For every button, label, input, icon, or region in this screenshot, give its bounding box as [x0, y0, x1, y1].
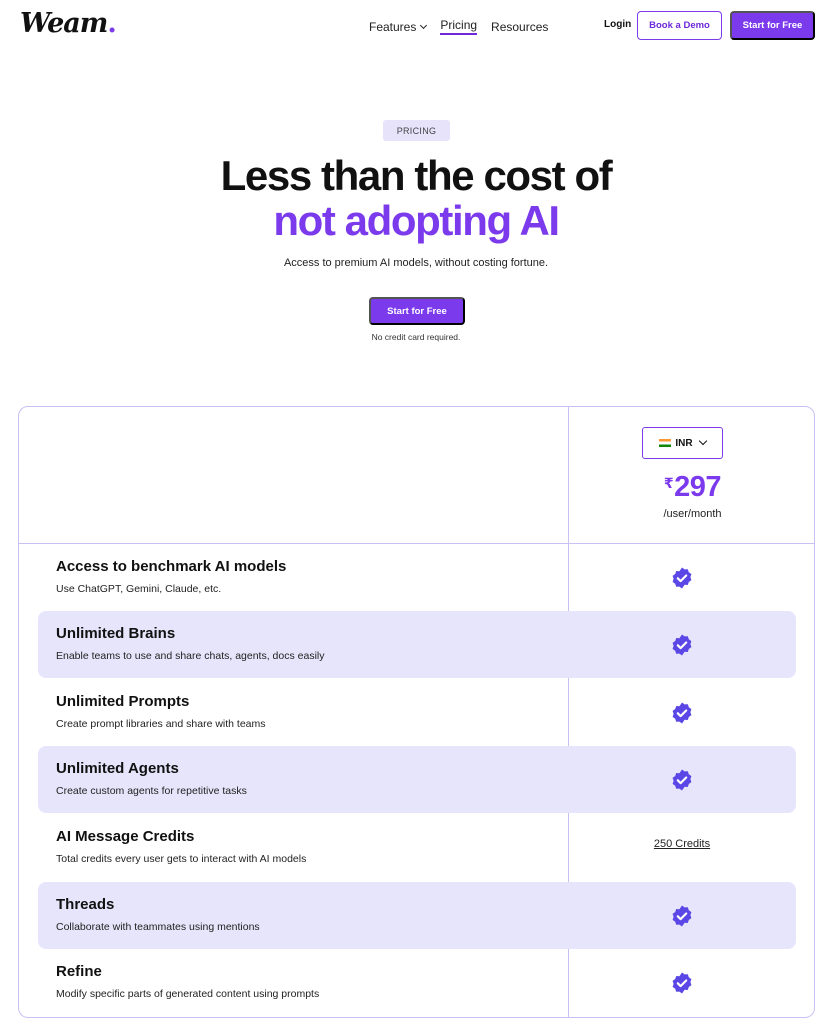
feature-title: Threads: [56, 896, 115, 913]
india-flag-icon: [659, 439, 672, 447]
feature-description: Create prompt libraries and share with t…: [56, 718, 266, 730]
feature-row-unlimited-brains: Unlimited Brains Enable teams to use and…: [38, 611, 796, 678]
verified-check-icon: [672, 702, 692, 724]
feature-title: Unlimited Prompts: [56, 693, 190, 710]
feature-value: [568, 971, 796, 995]
feature-value: 250 Credits: [568, 836, 796, 850]
verified-check-icon: [672, 769, 692, 791]
feature-title: Unlimited Agents: [56, 760, 179, 777]
chevron-down-icon: [420, 21, 428, 29]
feature-title: Unlimited Brains: [56, 625, 176, 642]
feature-description: Collaborate with teammates using mention…: [56, 921, 260, 933]
nav-item-resources[interactable]: Resources: [491, 18, 548, 35]
price-period: /user/month: [663, 508, 722, 520]
logo-dot: .: [107, 8, 116, 39]
logo-text: Weam: [20, 8, 108, 39]
main-nav: Features Pricing Resources: [369, 18, 548, 35]
price-currency-symbol: ₹: [663, 475, 674, 491]
nav-item-label: Resources: [491, 19, 549, 34]
feature-description: Modify specific parts of generated conte…: [56, 988, 320, 1000]
start-free-button-header[interactable]: Start for Free: [730, 11, 815, 40]
headline-line-2: not adopting AI: [273, 197, 560, 244]
verified-check-icon: [672, 567, 692, 589]
pricing-table: INR ₹297 /user/month Access to benchmark…: [18, 406, 815, 1018]
credits-link[interactable]: 250 Credits: [654, 838, 710, 850]
verified-check-icon: [672, 634, 692, 656]
feature-row-refine: Refine Modify specific parts of generate…: [38, 949, 796, 1016]
feature-description: Total credits every user gets to interac…: [56, 853, 307, 865]
feature-title: AI Message Credits: [56, 828, 195, 845]
currency-label: INR: [675, 437, 693, 449]
feature-description: Create custom agents for repetitive task…: [56, 785, 247, 797]
pricing-badge: PRICING: [383, 120, 450, 141]
feature-row-unlimited-prompts: Unlimited Prompts Create prompt librarie…: [38, 679, 796, 746]
verified-check-icon: [672, 972, 692, 994]
feature-value: [568, 701, 796, 725]
feature-row-ai-message-credits: AI Message Credits Total credits every u…: [38, 814, 796, 881]
nav-item-pricing[interactable]: Pricing: [440, 18, 478, 35]
headline-line-1: Less than the cost of: [220, 152, 613, 199]
plan-price: ₹297: [569, 471, 814, 504]
feature-row-threads: Threads Collaborate with teammates using…: [38, 882, 796, 949]
feature-row-benchmark-models: Access to benchmark AI models Use ChatGP…: [38, 544, 796, 611]
feature-value: [568, 566, 796, 590]
nav-item-features[interactable]: Features: [369, 18, 428, 35]
login-link[interactable]: Login: [604, 19, 631, 30]
price-amount: 297: [674, 471, 722, 503]
verified-check-icon: [672, 905, 692, 927]
feature-description: Enable teams to use and share chats, age…: [56, 650, 325, 662]
book-demo-button[interactable]: Book a Demo: [637, 11, 722, 40]
weam-logo[interactable]: Weam.: [20, 8, 117, 39]
top-navigation-bar: Weam. Features Pricing Resources Login B…: [0, 0, 832, 52]
feature-value: [568, 768, 796, 792]
chevron-down-icon: [698, 436, 707, 446]
feature-title: Access to benchmark AI models: [56, 558, 287, 575]
hero-subheadline: Access to premium AI models, without cos…: [283, 257, 549, 269]
start-free-button-hero[interactable]: Start for Free: [369, 297, 465, 325]
feature-value: [568, 633, 796, 657]
currency-selector[interactable]: INR: [642, 427, 723, 459]
feature-description: Use ChatGPT, Gemini, Claude, etc.: [56, 583, 222, 595]
no-credit-card-note: No credit card required.: [371, 332, 461, 342]
feature-value: [568, 904, 796, 928]
feature-title: Refine: [56, 963, 102, 980]
page-title: Less than the cost of not adopting AI: [0, 153, 832, 243]
nav-item-label: Features: [369, 19, 417, 34]
nav-item-label: Pricing: [440, 18, 478, 32]
feature-row-unlimited-agents: Unlimited Agents Create custom agents fo…: [38, 746, 796, 813]
